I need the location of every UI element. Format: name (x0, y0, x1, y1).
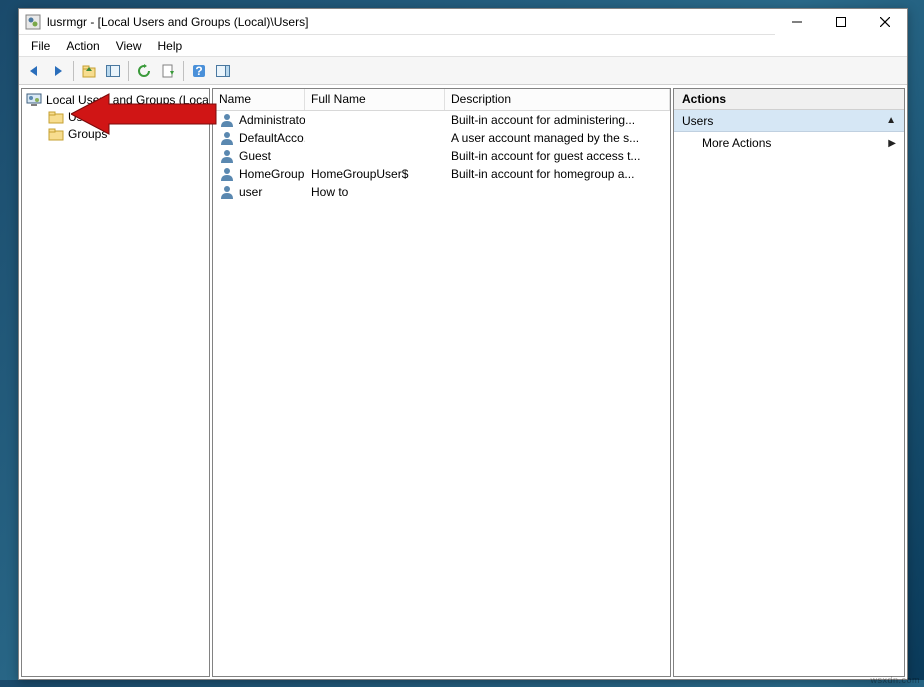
col-name[interactable]: Name (213, 89, 305, 110)
toolbar: ? (19, 57, 907, 85)
window-title: lusrmgr - [Local Users and Groups (Local… (47, 15, 775, 29)
user-icon (219, 112, 235, 128)
list-row[interactable]: Administrator Built-in account for admini… (213, 111, 670, 129)
cell-name: Administrator (239, 113, 305, 127)
menu-file[interactable]: File (23, 37, 58, 55)
col-fullname[interactable]: Full Name (305, 89, 445, 110)
content-area: Local Users and Groups (Local) Users Gro… (19, 85, 907, 679)
window-controls (775, 9, 907, 34)
menu-help[interactable]: Help (150, 37, 191, 55)
cell-name: user (239, 185, 262, 199)
app-icon (25, 14, 41, 30)
cell-description: Built-in account for guest access t... (451, 149, 640, 163)
list-row[interactable]: HomeGroup... HomeGroupUser$ Built-in accou… (213, 165, 670, 183)
cell-description: Built-in account for administering... (451, 113, 635, 127)
menu-view[interactable]: View (108, 37, 150, 55)
list-row[interactable]: Guest Built-in account for guest access t… (213, 147, 670, 165)
tree-users-label: Users (68, 110, 99, 124)
computer-icon (26, 92, 42, 108)
toolbar-separator (73, 61, 74, 81)
list-pane[interactable]: Name Full Name Description Administrator… (212, 88, 671, 677)
refresh-button[interactable] (133, 60, 155, 82)
cell-description: A user account managed by the s... (451, 131, 639, 145)
folder-icon (48, 126, 64, 142)
toolbar-separator (183, 61, 184, 81)
show-hide-action-button[interactable] (212, 60, 234, 82)
tree-root[interactable]: Local Users and Groups (Local) (22, 91, 209, 108)
tree-users[interactable]: Users (22, 108, 209, 125)
cell-fullname: How to (311, 185, 348, 199)
watermark: wsxdn.com (870, 675, 920, 685)
back-button[interactable] (23, 60, 45, 82)
folder-icon (48, 109, 64, 125)
title-bar: lusrmgr - [Local Users and Groups (Local… (19, 9, 907, 35)
tree-groups[interactable]: Groups (22, 125, 209, 142)
mmc-window: lusrmgr - [Local Users and Groups (Local… (18, 8, 908, 680)
toolbar-separator (128, 61, 129, 81)
user-icon (219, 148, 235, 164)
cell-name: HomeGroup... (239, 167, 305, 181)
maximize-button[interactable] (819, 9, 863, 35)
cell-description: Built-in account for homegroup a... (451, 167, 634, 181)
actions-more-label: More Actions (702, 136, 771, 150)
user-icon (219, 184, 235, 200)
svg-text:?: ? (195, 64, 202, 78)
cell-name: DefaultAcco... (239, 131, 305, 145)
tree-groups-label: Groups (68, 127, 107, 141)
user-icon (219, 130, 235, 146)
actions-more[interactable]: More Actions ▶ (674, 132, 904, 154)
export-button[interactable] (157, 60, 179, 82)
actions-pane: Actions Users ▲ More Actions ▶ (673, 88, 905, 677)
tree-root-label: Local Users and Groups (Local) (46, 93, 210, 107)
list-body: Administrator Built-in account for admini… (213, 111, 670, 676)
forward-button[interactable] (47, 60, 69, 82)
collapse-icon: ▲ (886, 115, 896, 126)
show-hide-tree-button[interactable] (102, 60, 124, 82)
cell-name: Guest (239, 149, 271, 163)
actions-section[interactable]: Users ▲ (674, 110, 904, 132)
submenu-icon: ▶ (888, 138, 896, 149)
menu-bar: File Action View Help (19, 35, 907, 57)
list-header: Name Full Name Description (213, 89, 670, 111)
user-icon (219, 166, 235, 182)
minimize-button[interactable] (775, 9, 819, 35)
tree-pane[interactable]: Local Users and Groups (Local) Users Gro… (21, 88, 210, 677)
actions-title: Actions (674, 89, 904, 110)
close-button[interactable] (863, 9, 907, 35)
actions-section-label: Users (682, 114, 713, 128)
col-description[interactable]: Description (445, 89, 670, 110)
help-button[interactable]: ? (188, 60, 210, 82)
cell-fullname: HomeGroupUser$ (311, 167, 408, 181)
list-row[interactable]: DefaultAcco... A user account managed by … (213, 129, 670, 147)
list-row[interactable]: user How to (213, 183, 670, 201)
up-button[interactable] (78, 60, 100, 82)
menu-action[interactable]: Action (58, 37, 107, 55)
